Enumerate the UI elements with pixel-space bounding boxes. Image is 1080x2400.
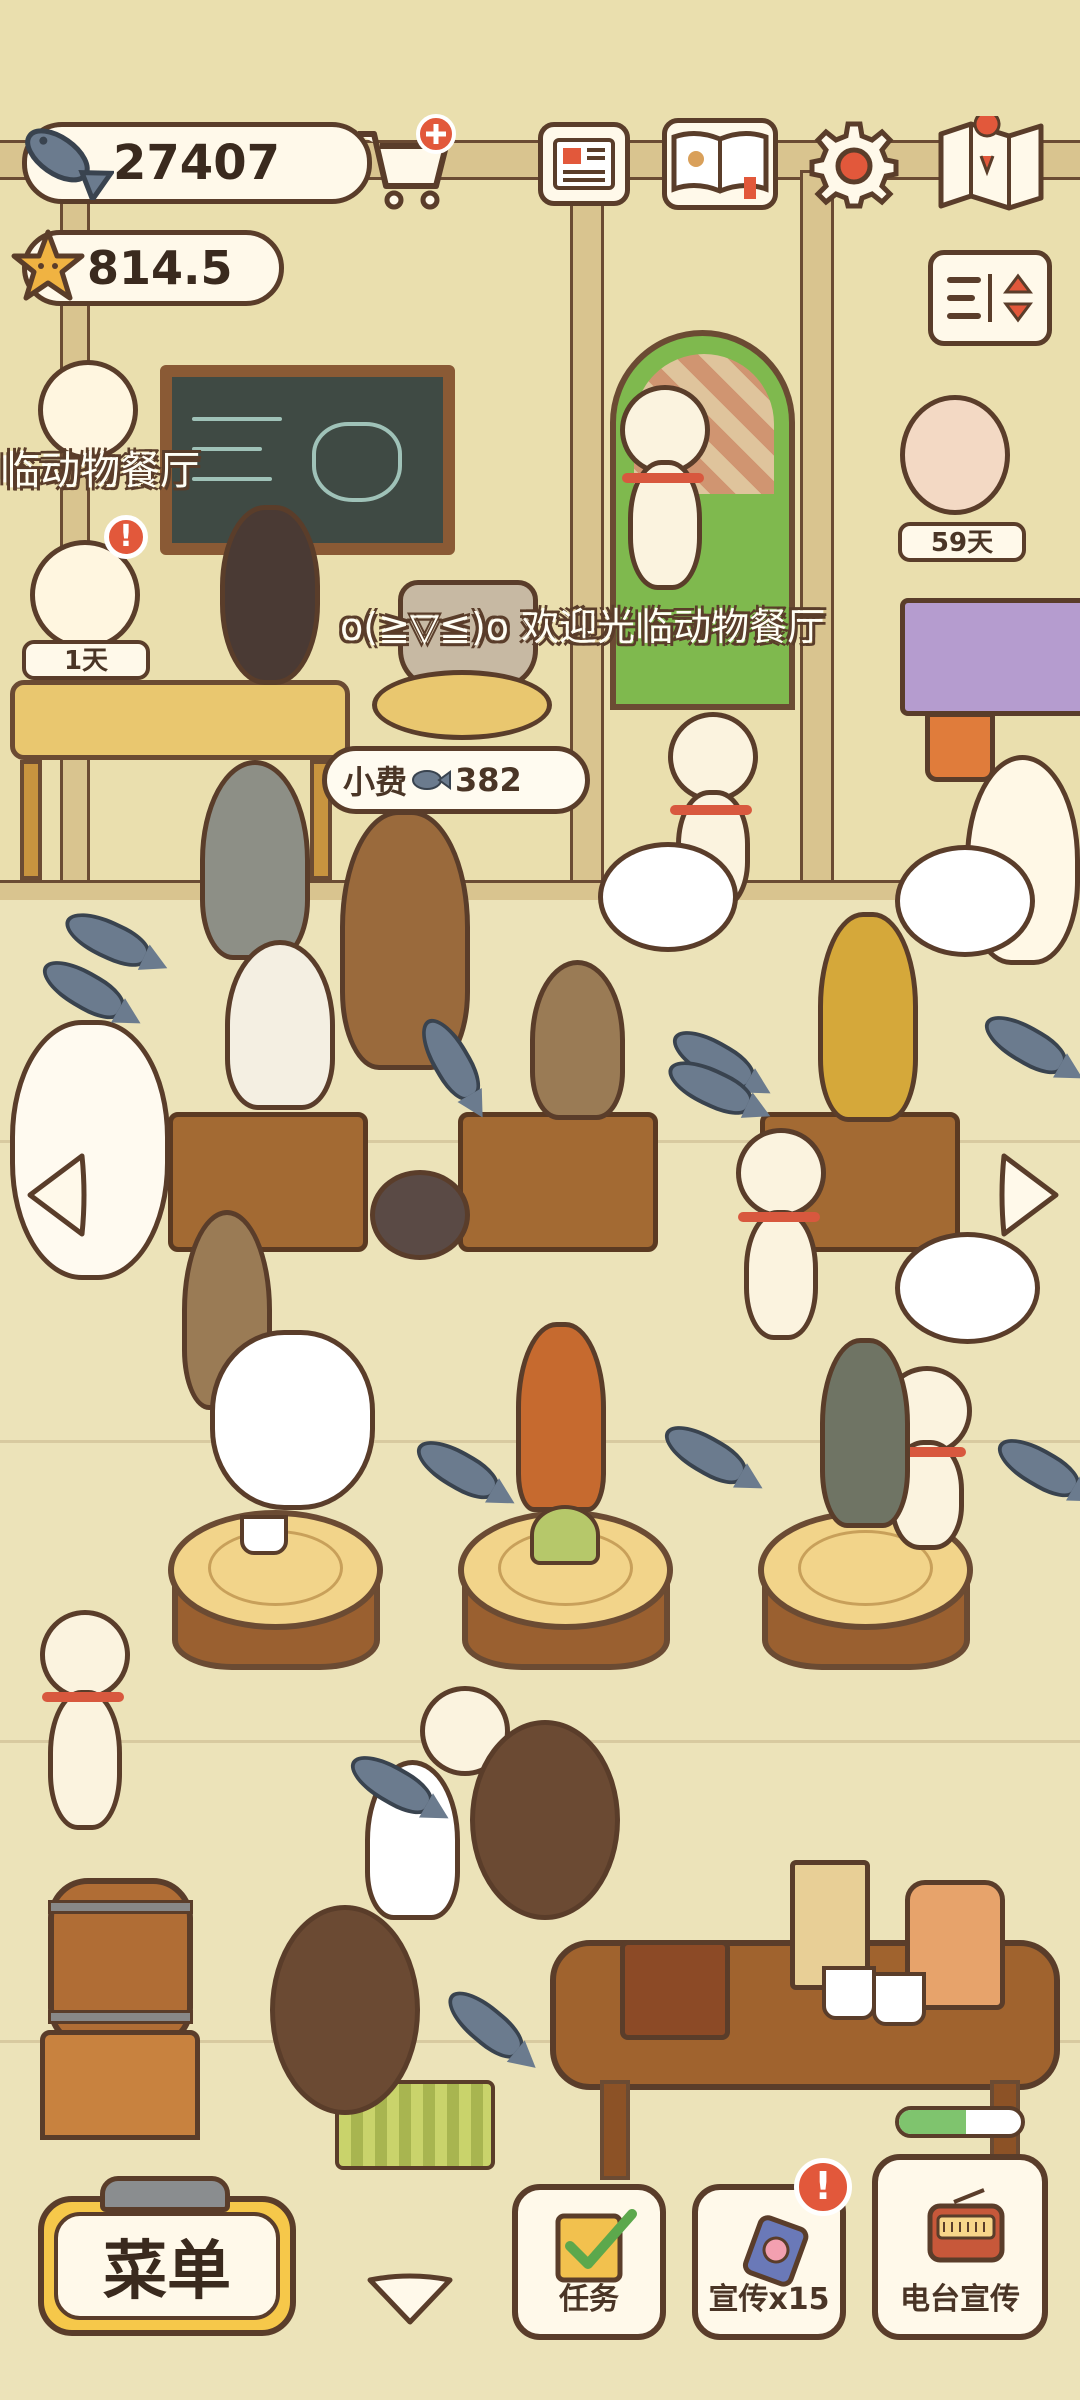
chalk-scribble: [192, 417, 282, 421]
map-icon: [938, 116, 1044, 211]
fish-currency-value: 27407: [113, 135, 280, 191]
radio-promote-button[interactable]: 电台宣传: [872, 2154, 1048, 2340]
dog-collar: [670, 805, 752, 815]
customer-ostrich[interactable]: [370, 1170, 470, 1260]
newspaper-button[interactable]: [538, 122, 630, 206]
progress-bar: [895, 2106, 1025, 2138]
welcome-message: o(≧▽≦)o 欢迎光临动物餐厅: [340, 605, 826, 649]
cat-chef-alert-icon[interactable]: !: [104, 515, 148, 559]
chalk-cat-drawing: [312, 422, 402, 502]
visiting-girl[interactable]: [900, 395, 1010, 515]
barrel-hoop: [48, 2010, 193, 2024]
chevron-down-icon: [367, 2273, 453, 2325]
restaurant-name-banner: 临动物餐厅: [0, 448, 200, 494]
fish-icon: [25, 128, 114, 200]
bucket-stand: [372, 670, 552, 740]
progress-bar-fill: [899, 2110, 967, 2134]
cart-plus-icon[interactable]: [350, 112, 460, 212]
coffee-cup: [822, 1966, 876, 2020]
coffee-cup: [872, 1972, 926, 2026]
dog-collar: [42, 1692, 124, 1702]
customer-hedgehog[interactable]: [470, 1720, 620, 1920]
customer-badger[interactable]: [225, 940, 335, 1110]
settings-gear-icon: [809, 121, 899, 209]
collapse-toggle-button[interactable]: [362, 2272, 458, 2328]
dessert-shelf[interactable]: [900, 598, 1080, 716]
tip-label: 小费: [343, 763, 408, 801]
restaurant-scene: 临动物餐厅 o(≧▽≦)o 欢迎光临动物餐厅 小费 382 1天 ! 59天 2…: [0, 0, 1080, 2400]
menu-clip-icon: [100, 2176, 230, 2212]
chalkboard: [160, 365, 455, 555]
chihuahua-waiter-head: [40, 1610, 130, 1700]
customer-brown-rabbit[interactable]: [530, 960, 625, 1120]
scroll-left-button[interactable]: [22, 1150, 92, 1240]
black-cat-waiter[interactable]: [220, 505, 320, 685]
map-button[interactable]: [934, 116, 1048, 212]
newspaper-icon: [553, 138, 615, 190]
fish-icon: [412, 770, 452, 790]
wooden-table-2[interactable]: [458, 1112, 658, 1252]
menu-label: 菜单: [103, 2235, 231, 2309]
coffee-cup-order: [240, 1515, 288, 1555]
wall-post: [800, 170, 834, 900]
order-bubble-fries: [895, 845, 1035, 957]
coffee-table-leg: [600, 2080, 630, 2180]
promo-card-icon: [742, 2215, 809, 2287]
star-icon: [11, 229, 85, 301]
barrel-hoop: [48, 1900, 193, 1914]
chihuahua-waiter-head: [668, 712, 758, 802]
tip-amount: 382: [455, 761, 522, 799]
menu-button[interactable]: 菜单: [38, 2196, 296, 2336]
shelf-stand: [925, 712, 995, 782]
chalk-scribble: [192, 477, 272, 481]
dog-collar: [738, 1212, 820, 1222]
arrow-left-icon: [27, 1153, 87, 1237]
customer-hedgehog[interactable]: [270, 1905, 420, 2115]
customer-sheep[interactable]: [210, 1330, 375, 1510]
chihuahua-waiter[interactable]: [48, 1690, 122, 1830]
star-rating-value: 814.5: [87, 241, 233, 295]
serving-counter[interactable]: [10, 680, 350, 760]
customer-rat[interactable]: [200, 760, 310, 960]
checklist-icon: [555, 2209, 637, 2283]
recipe-book-icon: [671, 131, 769, 199]
cat-chef-days-badge: 1天: [22, 640, 150, 680]
order-bubble-riceball: [598, 842, 738, 952]
zongzi-order: [530, 1505, 600, 1565]
chalk-scribble: [192, 447, 262, 451]
recipe-book-button[interactable]: [662, 118, 778, 210]
order-bubble-bun: [895, 1232, 1040, 1344]
chihuahua-waiter-head: [736, 1128, 826, 1218]
sort-icon: [947, 273, 1033, 323]
arrow-right-icon: [999, 1153, 1059, 1237]
dog-collar: [622, 473, 704, 483]
customer-dark-rabbit[interactable]: [820, 1338, 910, 1528]
counter-leg: [20, 760, 42, 880]
customer-deer[interactable]: [516, 1322, 606, 1512]
chihuahua-waiter[interactable]: [744, 1210, 818, 1340]
promote-alert-icon[interactable]: !: [794, 2158, 852, 2216]
tip-popup[interactable]: 小费 382: [322, 746, 590, 814]
barrel-stand: [40, 2030, 200, 2140]
coffee-grinder[interactable]: [620, 1940, 730, 2040]
visitor-days-badge: 59天: [898, 522, 1026, 562]
sort-button[interactable]: [928, 250, 1052, 346]
customer-hyena[interactable]: [818, 912, 918, 1122]
radio-icon: [927, 2188, 1005, 2263]
radio-promote-label: 电台宣传: [900, 2282, 1020, 2317]
scroll-right-button[interactable]: [994, 1150, 1064, 1240]
tasks-button[interactable]: 任务: [512, 2184, 666, 2340]
settings-button[interactable]: [808, 118, 900, 210]
